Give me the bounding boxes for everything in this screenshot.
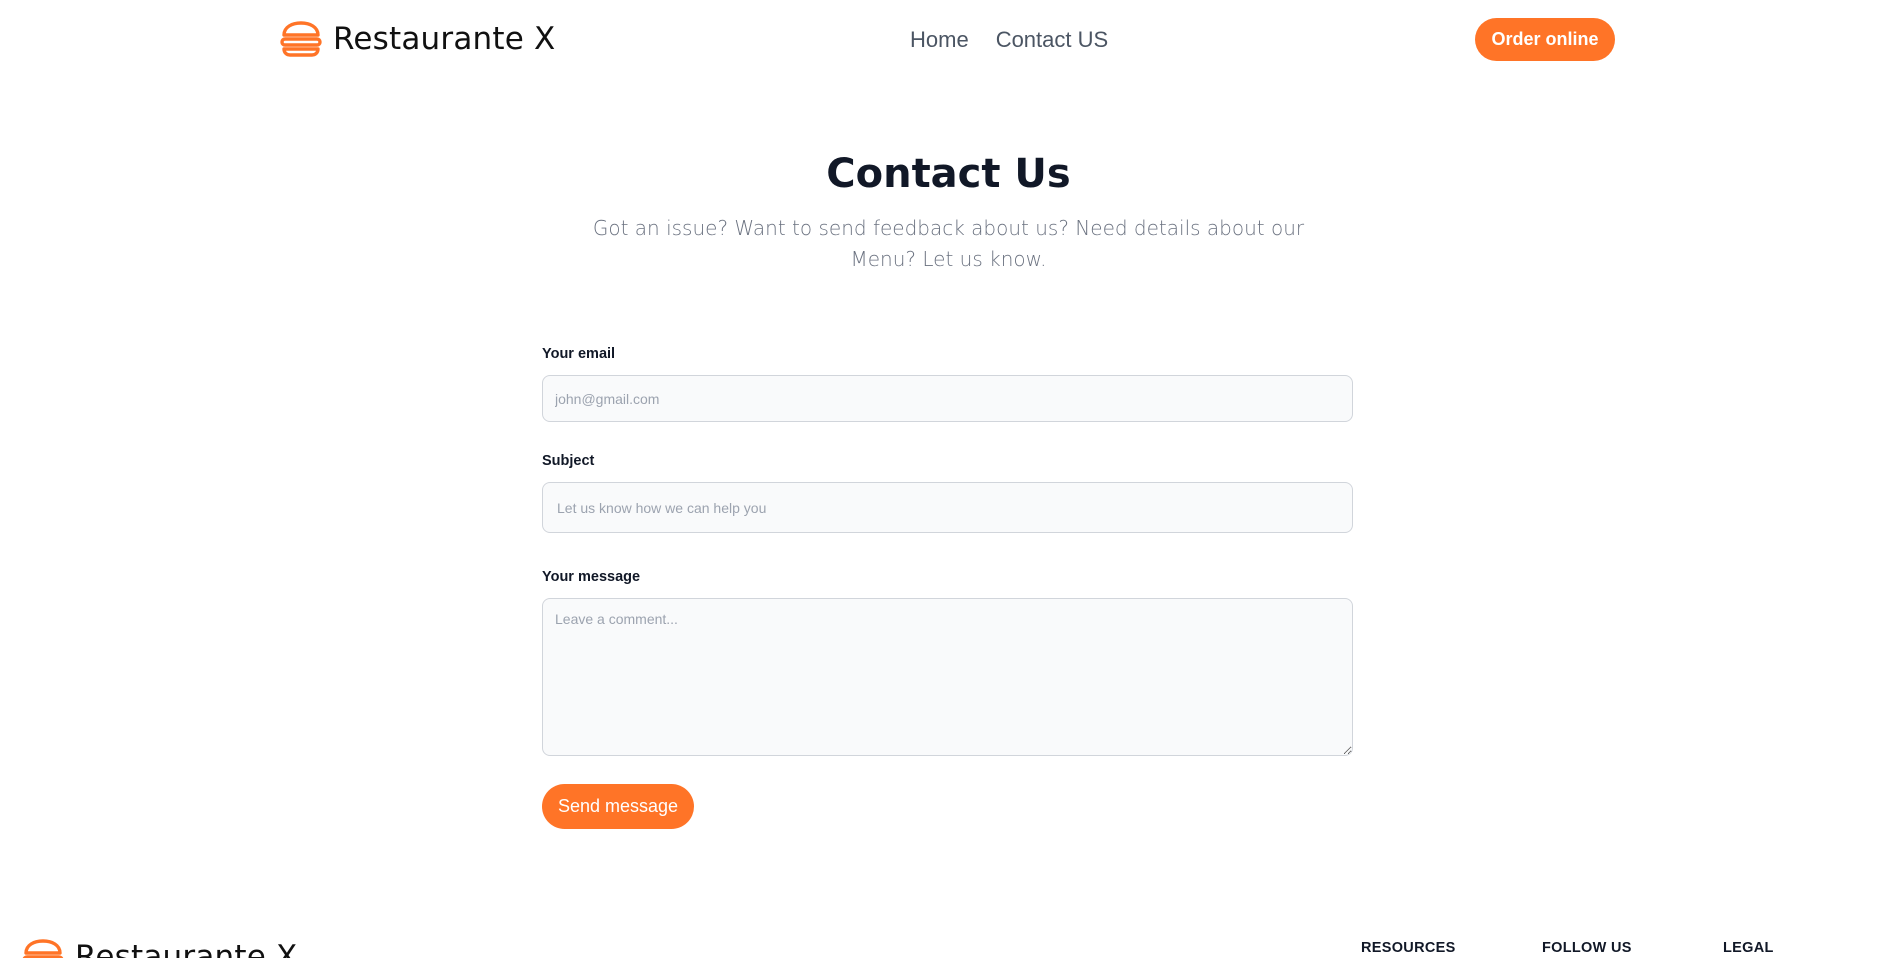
footer-burger-icon — [22, 939, 64, 958]
site-footer: Restaurante X RESOURCES FOLLOW US LEGAL — [0, 930, 1897, 958]
burger-icon — [280, 21, 322, 57]
subject-field-group: Subject — [542, 452, 1353, 533]
message-textarea[interactable] — [542, 598, 1353, 756]
send-message-button[interactable]: Send message — [542, 784, 694, 829]
order-online-button[interactable]: Order online — [1475, 18, 1615, 61]
subject-field[interactable] — [542, 482, 1353, 533]
nav-item-contact[interactable]: Contact US — [996, 26, 1109, 54]
footer-heading-legal: LEGAL — [1723, 940, 1774, 956]
contact-page: Restaurante X Home Contact US Order onli… — [0, 0, 1897, 958]
brand-name: Restaurante X — [333, 21, 556, 57]
page-subtitle: Got an issue? Want to send feedback abou… — [592, 216, 1305, 271]
nav-item-home[interactable]: Home — [910, 26, 969, 54]
footer-brand-name: Restaurante X — [75, 939, 298, 958]
footer-heading-follow-us: FOLLOW US — [1542, 940, 1632, 956]
main-nav: Home Contact US — [910, 26, 1108, 54]
contact-form: Your email Subject Your message Send mes… — [542, 345, 1353, 829]
subject-label: Subject — [542, 453, 595, 469]
message-label: Your message — [542, 569, 641, 585]
site-header: Restaurante X Home Contact US Order onli… — [0, 0, 1897, 82]
footer-heading-resources: RESOURCES — [1361, 940, 1456, 956]
message-field-group: Your message — [542, 568, 1353, 756]
email-field-group: Your email — [542, 345, 1353, 422]
hero-section: Contact Us Got an issue? Want to send fe… — [0, 148, 1897, 275]
email-label: Your email — [542, 346, 616, 362]
page-title: Contact Us — [826, 151, 1071, 197]
brand-link[interactable]: Restaurante X — [279, 20, 555, 58]
email-field[interactable] — [542, 375, 1353, 422]
footer-brand: Restaurante X — [21, 938, 297, 958]
